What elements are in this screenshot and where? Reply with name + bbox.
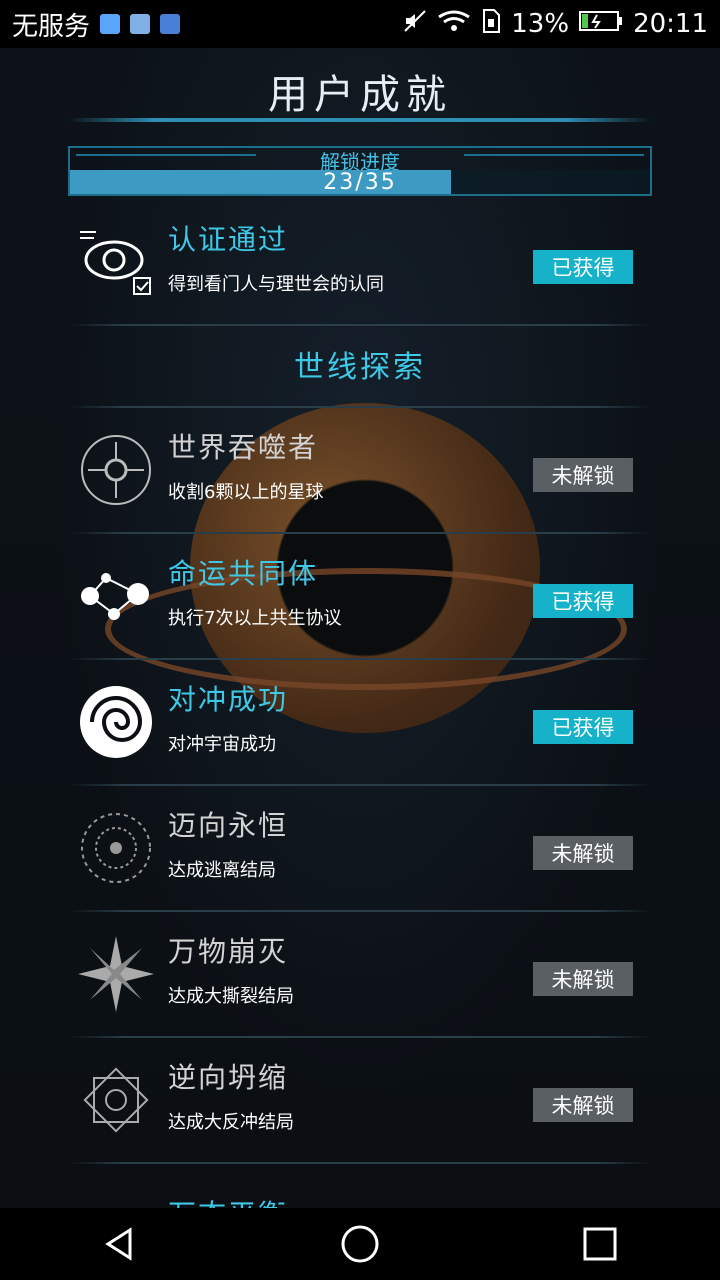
gallery-icon: [130, 14, 151, 34]
circuit-orb-icon: [76, 430, 156, 510]
achievement-title: 万物崩灭: [168, 935, 289, 968]
recents-button[interactable]: [570, 1214, 630, 1274]
achievement-title: 认证通过: [168, 223, 289, 256]
status-badge: 未解锁: [533, 962, 633, 996]
section-header: 世线探索: [68, 328, 652, 408]
achievement-title-peek: 万态平衡: [168, 1193, 288, 1208]
back-button[interactable]: [90, 1214, 150, 1274]
clock-time: 20:11: [633, 9, 708, 39]
mute-icon: [403, 9, 427, 40]
achievement-item[interactable]: 万物崩灭 达成大撕裂结局 未解锁: [68, 912, 652, 1038]
wifi-icon: [437, 9, 471, 40]
achievement-item[interactable]: 对冲成功 对冲宇宙成功 已获得: [68, 660, 652, 786]
spiral-swirl-icon: [76, 682, 156, 762]
status-badge: 已获得: [533, 584, 633, 618]
progress-track: 23/35: [70, 169, 650, 195]
progress-count: 23/35: [323, 169, 397, 195]
section-title: 世线探索: [294, 350, 426, 385]
achievement-desc: 达成大撕裂结局: [168, 986, 294, 1007]
achievement-title: 对冲成功: [168, 683, 289, 716]
eye-verify-icon: [76, 222, 156, 302]
status-badge: 已获得: [533, 250, 633, 284]
achievement-desc: 执行7次以上共生协议: [168, 608, 342, 629]
achievement-desc: 达成逃离结局: [168, 860, 276, 881]
burst-icon: [76, 934, 156, 1014]
carrier-text: 无服务: [12, 11, 91, 42]
mandala-icon: [76, 1060, 156, 1140]
achievement-item[interactable]: 逆向坍缩 达成大反冲结局 未解锁: [68, 1038, 652, 1164]
notification-app-icon: [100, 14, 121, 34]
achievement-desc: 得到看门人与理世会的认同: [168, 274, 384, 295]
achievement-desc: 对冲宇宙成功: [168, 734, 276, 755]
status-bar: 无服务 13% 20:11: [0, 0, 720, 48]
achievement-title: 世界吞噬者: [168, 431, 319, 464]
achievement-item[interactable]: 世界吞噬者 收割6颗以上的星球 未解锁: [68, 408, 652, 534]
play-icon: [160, 14, 181, 34]
achievement-item[interactable]: 认证通过 得到看门人与理世会的认同 已获得: [68, 200, 652, 326]
status-left: 无服务: [12, 6, 181, 43]
achievement-desc: 达成大反冲结局: [168, 1112, 294, 1133]
linked-planets-icon: [76, 556, 156, 636]
unlock-progress: 解锁进度 23/35: [68, 146, 652, 196]
back-triangle-icon: [105, 1227, 132, 1261]
achievement-title: 逆向坍缩: [168, 1061, 289, 1094]
achievement-desc: 收割6颗以上的星球: [168, 482, 324, 503]
status-badge: 未解锁: [533, 458, 633, 492]
achievement-item[interactable]: 迈向永恒 达成逃离结局 未解锁: [68, 786, 652, 912]
navigation-bar: [0, 1208, 720, 1280]
status-badge: 未解锁: [533, 1088, 633, 1122]
battery-percent: 13%: [511, 9, 570, 39]
home-button[interactable]: [330, 1214, 390, 1274]
status-right: 13% 20:11: [403, 8, 708, 40]
status-badge: 已获得: [533, 710, 633, 744]
status-badge: 未解锁: [533, 836, 633, 870]
sim-icon: [481, 8, 501, 40]
recents-square-icon: [583, 1227, 617, 1261]
page-title: 用户成就: [268, 72, 452, 118]
title-divider: [68, 118, 652, 122]
achievement-item[interactable]: 命运共同体 执行7次以上共生协议 已获得: [68, 534, 652, 660]
vortex-icon: [76, 808, 156, 888]
home-circle-icon: [341, 1225, 379, 1263]
achievement-title: 迈向永恒: [168, 809, 289, 842]
battery-icon: [579, 9, 623, 40]
achievements-screen: 用户成就 解锁进度 23/35 认证通过 得到看门人与理世会的认同 已获得 世线…: [0, 48, 720, 1208]
achievement-title: 命运共同体: [168, 557, 319, 590]
